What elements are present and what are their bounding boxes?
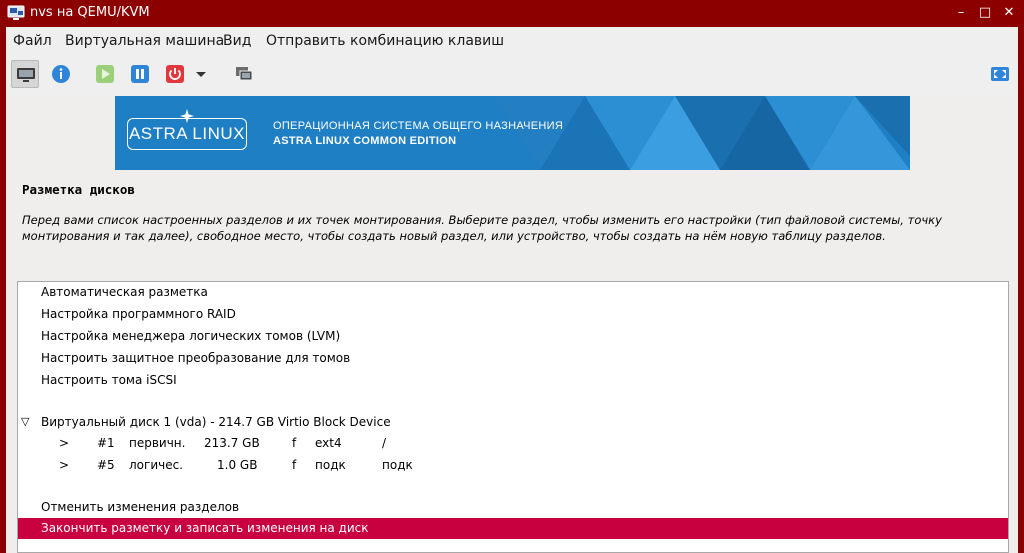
menu-virtual-machine[interactable]: Виртуальная машина — [65, 33, 224, 49]
page-description: Перед вами список настроенных разделов и… — [22, 213, 942, 243]
banner-subtitle: ОПЕРАЦИОННАЯ СИСТЕМА ОБЩЕГО НАЗНАЧЕНИЯ — [273, 120, 564, 132]
shutdown-button[interactable] — [161, 60, 189, 88]
list-item-label: Настройка программного RAID — [41, 307, 236, 321]
partition-mount: подк — [382, 458, 413, 472]
pause-icon — [131, 65, 149, 83]
partition-flag: f — [292, 436, 297, 450]
fullscreen-button[interactable] — [986, 60, 1014, 88]
info-icon — [52, 65, 70, 83]
partition-arrow: > — [59, 436, 70, 450]
partition-type: первичн. — [129, 436, 186, 450]
window-title: nvs на QEMU/KVM — [30, 5, 150, 20]
menu-send-key[interactable]: Отправить комбинацию клавиш — [266, 33, 504, 49]
menu-file[interactable]: Файл — [13, 33, 52, 49]
list-item-label: Закончить разметку и записать изменения … — [41, 521, 369, 535]
list-item-label: Автоматическая разметка — [41, 285, 208, 299]
fullscreen-icon — [991, 67, 1009, 81]
partition-number: #1 — [97, 436, 115, 450]
partition-size: 1.0 GB — [217, 458, 258, 472]
list-item-undo[interactable]: Отменить изменения разделов — [18, 497, 1008, 518]
window-client: Файл Виртуальная машина Вид Отправить ко… — [6, 27, 1018, 553]
partition-flag: f — [292, 458, 297, 472]
list-item-label: Отменить изменения разделов — [41, 500, 240, 514]
list-item-iscsi[interactable]: Настроить тома iSCSI — [18, 370, 1008, 391]
pause-button[interactable] — [126, 60, 154, 88]
partition-fs: подк — [315, 458, 346, 472]
partition-size: 213.7 GB — [204, 436, 260, 450]
window-titlebar[interactable]: nvs на QEMU/KVM – □ ✕ — [0, 0, 1024, 27]
partition-arrow: > — [59, 458, 70, 472]
menu-view[interactable]: Вид — [223, 33, 251, 49]
maximize-button[interactable]: □ — [975, 3, 995, 23]
chevron-down-icon — [196, 72, 206, 77]
partition-row-1[interactable]: > #1 первичн. 213.7 GB f ext4 / — [18, 433, 1008, 454]
close-button[interactable]: ✕ — [999, 3, 1019, 23]
snapshot-icon — [236, 67, 253, 81]
disk-label: Виртуальный диск 1 (vda) - 214.7 GB Virt… — [41, 415, 391, 429]
astra-banner: ASTRA LINUX ОПЕРАЦИОННАЯ СИСТЕМА ОБЩЕГО … — [115, 96, 910, 170]
menubar: Файл Виртуальная машина Вид Отправить ко… — [6, 27, 1018, 55]
banner-product: ASTRA LINUX COMMON EDITION — [273, 135, 457, 147]
run-button[interactable] — [91, 60, 119, 88]
details-button[interactable] — [47, 60, 75, 88]
list-item-encryption[interactable]: Настроить защитное преобразование для то… — [18, 348, 1008, 369]
disk-row[interactable]: ▽ Виртуальный диск 1 (vda) - 214.7 GB Vi… — [18, 412, 1008, 433]
virt-manager-icon — [7, 5, 25, 20]
list-item-finish[interactable]: Закончить разметку и записать изменения … — [18, 518, 1008, 539]
partition-type: логичес. — [129, 458, 183, 472]
partition-list[interactable]: Автоматическая разметка Настройка програ… — [17, 281, 1009, 553]
list-item-label: Настроить защитное преобразование для то… — [41, 351, 351, 365]
list-item-auto-partition[interactable]: Автоматическая разметка — [18, 282, 1008, 303]
vm-console-screen[interactable]: ASTRA LINUX ОПЕРАЦИОННАЯ СИСТЕМА ОБЩЕГО … — [6, 95, 1018, 553]
list-item-lvm[interactable]: Настройка менеджера логических томов (LV… — [18, 326, 1008, 347]
page-title: Разметка дисков — [22, 182, 135, 197]
partition-mount: / — [382, 436, 387, 450]
monitor-icon — [17, 68, 35, 82]
partition-fs: ext4 — [315, 436, 342, 450]
toolbar — [6, 55, 1018, 93]
partition-row-5[interactable]: > #5 логичес. 1.0 GB f подк подк — [18, 455, 1008, 476]
console-button[interactable] — [11, 60, 39, 88]
power-icon — [166, 65, 184, 83]
minimize-button[interactable]: – — [951, 3, 971, 23]
list-item-label: Настроить тома iSCSI — [41, 373, 177, 387]
star-icon — [180, 109, 194, 123]
list-item-label: Настройка менеджера логических томов (LV… — [41, 329, 341, 343]
play-icon — [96, 65, 114, 83]
list-item-raid[interactable]: Настройка программного RAID — [18, 304, 1008, 325]
partition-number: #5 — [97, 458, 115, 472]
shutdown-menu-button[interactable] — [192, 60, 210, 88]
expand-caret-icon: ▽ — [21, 415, 30, 428]
snapshots-button[interactable] — [230, 60, 258, 88]
